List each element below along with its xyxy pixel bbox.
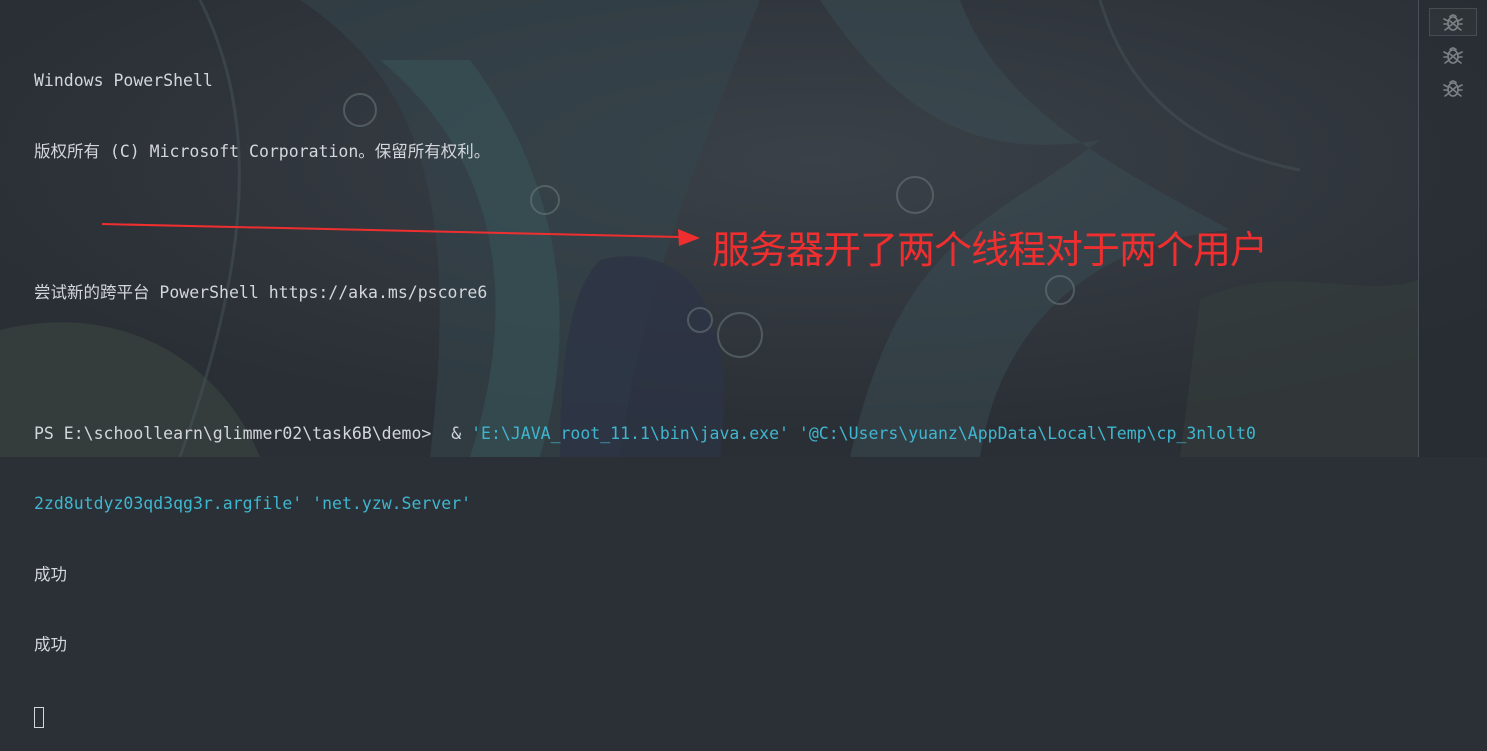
main-class-arg: 'net.yzw.Server' xyxy=(312,494,472,513)
text-cursor xyxy=(34,706,44,728)
output-line: 成功 xyxy=(34,635,67,654)
annotation-label: 服务器开了两个线程对于两个用户 xyxy=(712,228,1268,272)
command-line-wrap: 2zd8utdyz03qd3qg3r.argfile' 'net.yzw.Ser… xyxy=(34,492,1414,516)
cursor-line[interactable] xyxy=(34,704,1414,728)
output-line: 成功 xyxy=(34,564,67,584)
argfile-arg-part2: 2zd8utdyz03qd3qg3r.argfile' xyxy=(34,494,303,513)
